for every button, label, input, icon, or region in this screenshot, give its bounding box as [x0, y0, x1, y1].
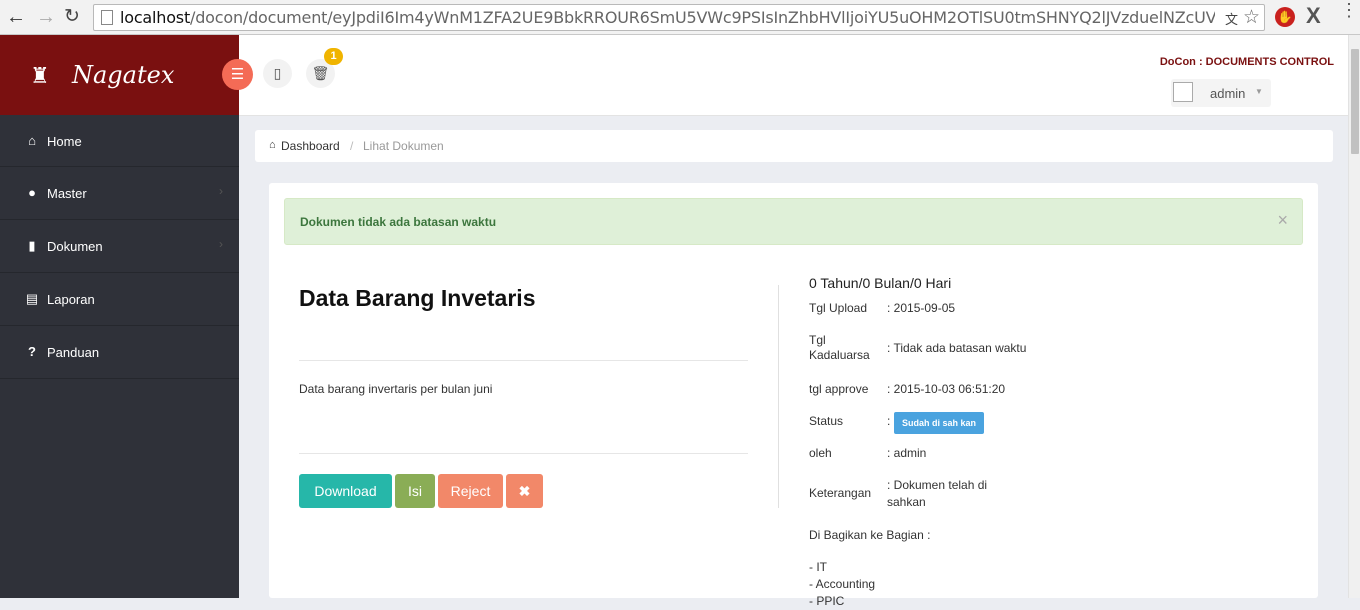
chevron-right-icon: › [219, 184, 223, 198]
scrollbar-thumb[interactable] [1351, 49, 1359, 154]
back-arrow-icon[interactable]: ← [6, 5, 26, 29]
duration-text: 0 Tahun/0 Bulan/0 Hari [809, 275, 952, 291]
user-menu[interactable]: admin ▼ [1171, 79, 1271, 107]
breadcrumb-current: Lihat Dokumen [363, 139, 444, 153]
list-item: - Accounting [809, 577, 876, 591]
bookmark-star-icon[interactable]: ☆ [1243, 6, 1260, 29]
status-badge: Sudah di sah kan [894, 412, 984, 434]
page-scrollbar[interactable] [1348, 35, 1360, 598]
url-host: localhost [120, 8, 191, 27]
caret-down-icon: ▼ [1255, 87, 1263, 96]
divider [299, 360, 748, 361]
extension-x-icon[interactable]: X [1306, 3, 1321, 29]
approve-label: tgl approve [809, 382, 869, 396]
approve-value: : 2015-10-03 06:51:20 [887, 382, 1006, 396]
sidebar-item-label: Master [47, 186, 87, 201]
sidebar-item-home[interactable]: ⌂ Home [0, 115, 239, 167]
home-icon: ⌂ [269, 139, 276, 151]
isi-button[interactable]: Isi [395, 474, 435, 508]
shared-list: - IT - Accounting - PPIC [809, 559, 875, 610]
sidebar-item-label: Dokumen [47, 239, 103, 254]
status-colon: : [887, 414, 891, 428]
document-description: Data barang invertaris per bulan juni [299, 382, 493, 396]
sidebar-item-master[interactable]: ● Master › [0, 167, 239, 220]
username: admin [1210, 86, 1246, 101]
sidebar-item-laporan[interactable]: ▤ Laporan [0, 273, 239, 326]
brand-header[interactable]: ♜ Nagatex [0, 35, 239, 115]
shared-title: Di Bagikan ke Bagian : [809, 528, 931, 542]
sidebar: ♜ Nagatex ⌂ Home ● Master › ▮ Dokumen › … [0, 35, 239, 598]
forward-arrow-icon[interactable]: → [36, 5, 56, 29]
reload-icon[interactable]: ↻ [64, 5, 80, 29]
expire-value: : Tidak ada batasan waktu [887, 341, 1027, 355]
sidebar-item-label: Home [47, 134, 82, 149]
expire-label: Tgl Kadaluarsa [809, 333, 870, 362]
document-panel: Dokumen tidak ada batasan waktu × Data B… [269, 183, 1318, 608]
top-header: ☰ ▯ 🗑 1 DoCon : DOCUMENTS CONTROL admin … [222, 35, 1348, 116]
upload-label: Tgl Upload [809, 301, 868, 315]
sidebar-item-label: Panduan [47, 345, 100, 360]
sidebar-item-dokumen[interactable]: ▮ Dokumen › [0, 220, 239, 273]
url-text[interactable]: localhost/docon/document/eyJpdiI6Im4yWnM… [120, 8, 1215, 28]
menu-toggle-icon[interactable]: ☰ [222, 59, 253, 90]
note-label: Keterangan [809, 486, 872, 500]
close-icon[interactable]: × [1277, 210, 1288, 231]
delete-button[interactable]: ✖ [506, 474, 543, 508]
extension-stop-icon[interactable]: ✋ [1275, 7, 1295, 27]
file-icon: ▮ [28, 238, 36, 253]
breadcrumb: ⌂ Dashboard / Lihat Dokumen [255, 130, 1333, 162]
info-alert: Dokumen tidak ada batasan waktu × [284, 198, 1303, 245]
browser-toolbar: ← → ↻ localhost/docon/document/eyJpdiI6I… [0, 0, 1360, 35]
download-button[interactable]: Download [299, 474, 392, 508]
url-path: /docon/document/eyJpdiI6Im4yWnM1ZFA2UE9B… [190, 8, 1215, 27]
status-label: Status [809, 414, 844, 428]
sidebar-item-label: Laporan [47, 292, 95, 307]
by-value: : admin [887, 446, 927, 460]
question-icon: ? [28, 344, 36, 359]
brand-logo-icon: ♜ [30, 63, 50, 88]
trash-count-badge: 1 [324, 48, 343, 65]
users-icon: ● [28, 185, 36, 200]
breadcrumb-dashboard-link[interactable]: Dashboard [281, 139, 340, 153]
chevron-right-icon: › [219, 237, 223, 251]
document-icon[interactable]: ▯ [263, 59, 292, 88]
home-icon: ⌂ [28, 133, 36, 148]
divider [299, 453, 748, 454]
by-label: oleh [809, 446, 832, 460]
page-icon [101, 10, 113, 25]
translate-icon[interactable]: 文 [1225, 9, 1238, 28]
list-item: - PPIC [809, 594, 845, 608]
upload-value: : 2015-09-05 [887, 301, 956, 315]
brand-name: Nagatex [72, 61, 175, 89]
browser-menu-icon[interactable]: ⋮ [1340, 1, 1358, 19]
address-bar[interactable]: localhost/docon/document/eyJpdiI6Im4yWnM… [93, 4, 1265, 31]
avatar [1173, 82, 1193, 102]
list-item: - IT [809, 560, 827, 574]
document-title: Data Barang Invetaris [299, 285, 536, 311]
app-title: DoCon : DOCUMENTS CONTROL [1159, 56, 1334, 68]
alert-message: Dokumen tidak ada batasan waktu [300, 215, 497, 229]
breadcrumb-separator: / [350, 139, 354, 153]
vertical-divider [778, 285, 779, 508]
chart-icon: ▤ [25, 291, 39, 306]
note-value: : Dokumen telah di sahkan [887, 478, 988, 509]
sidebar-item-panduan[interactable]: ? Panduan [0, 326, 239, 379]
reject-button[interactable]: Reject [438, 474, 503, 508]
